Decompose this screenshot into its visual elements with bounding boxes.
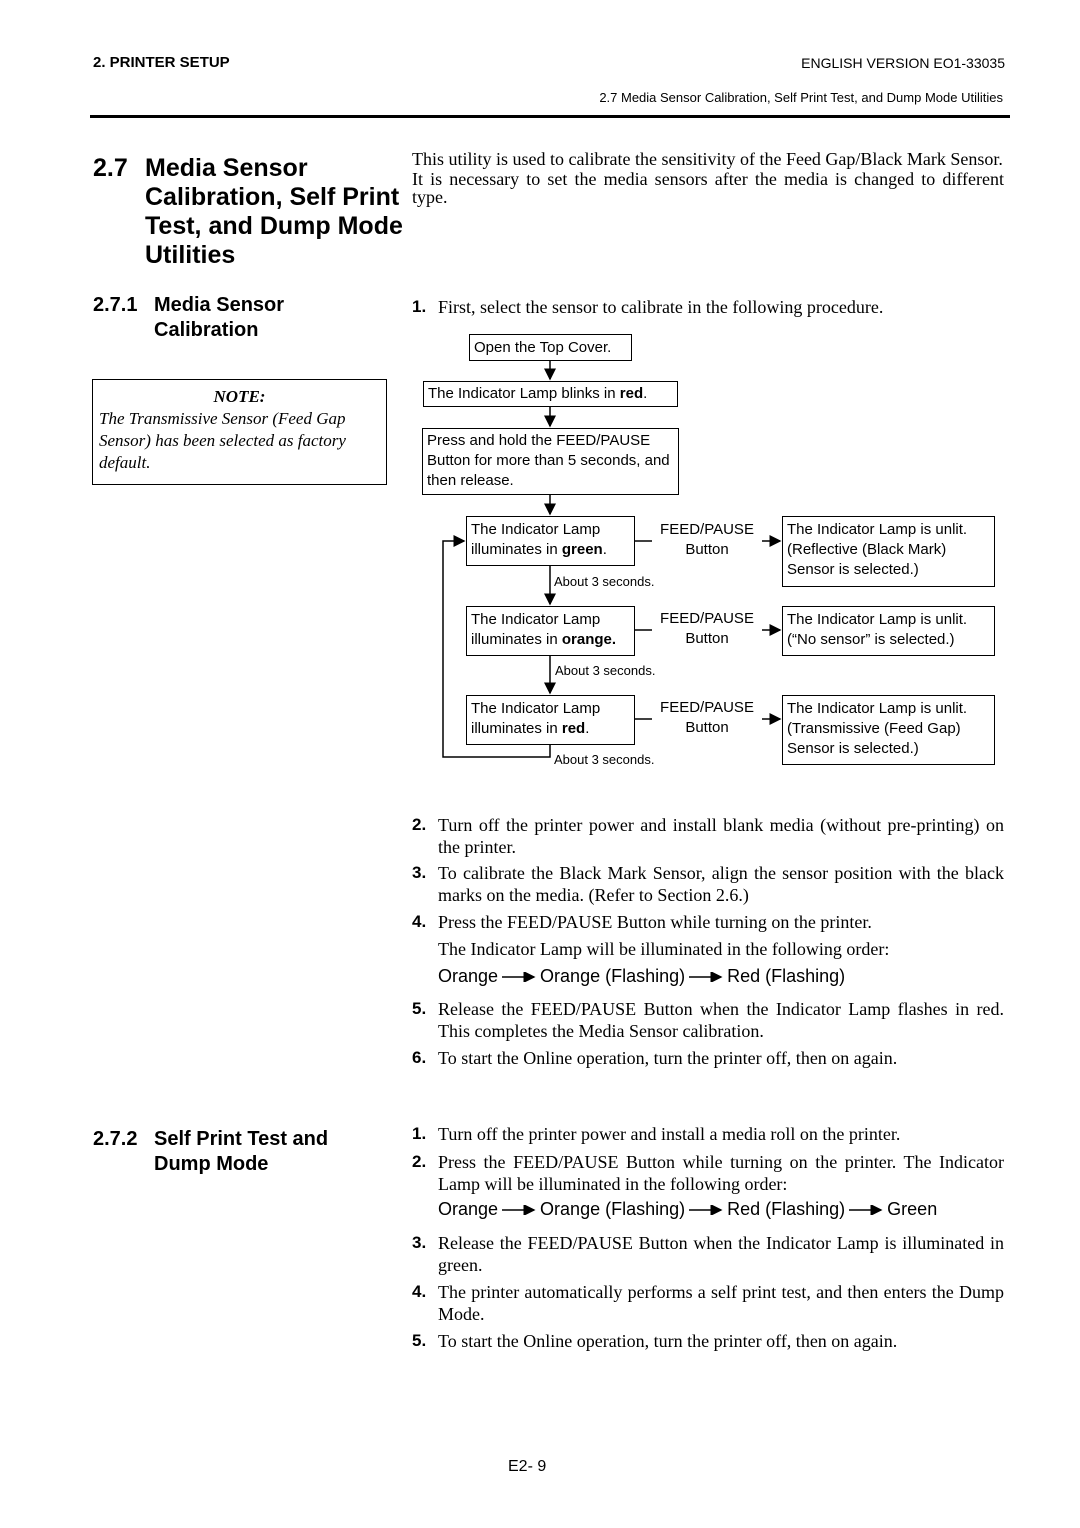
sequence-item: Orange [438,1199,499,1219]
flow-open-cover: Open the Top Cover. [469,334,632,361]
sub2-number: 2.7.2 [93,1128,138,1150]
flow-lamp-orange: The Indicator Lamp illuminates in orange… [466,606,635,656]
step: 5. Release the FEED/PAUSE Button when the… [412,998,1004,1042]
step-number: 6. [412,1048,427,1067]
flow-lamp-red: The Indicator Lamp illuminates in red. [466,695,635,745]
sequence-item: Orange (Flashing) [540,966,686,986]
title-line: Dump Mode [154,1153,269,1175]
flow-lamp-green: The Indicator Lamp illuminates in green. [466,516,635,566]
flow-blink-red: The Indicator Lamp blinks in red. [423,381,678,407]
step-text: Release the FEED/PAUSE Button when the I… [438,999,1004,1041]
document-page: 2. PRINTER SETUP ENGLISH VERSION EO1-330… [0,0,1080,1528]
step-number: 5. [412,999,427,1018]
flow-result-no-sensor: The Indicator Lamp is unlit. (“No sensor… [782,606,995,656]
step-text: To start the Online operation, turn the … [438,1331,898,1351]
lamp-sequence: Orange Orange (Flashing) Red (Flashing) Gre… [438,1199,937,1220]
arrow-right-icon [502,972,536,983]
sequence-item: Green [887,1199,938,1219]
step-number: 5. [412,1331,427,1350]
sequence-item: Red (Flashing) [727,1199,846,1219]
text: Button [685,719,729,736]
step-text: Press the FEED/PAUSE Button while turnin… [438,1152,1004,1194]
arrow-right-icon [689,972,723,983]
step-number: 2. [412,1152,427,1171]
step-text: The Indicator Lamp will be illuminated i… [438,939,890,959]
step: 5. To start the Online operation, turn th… [412,1330,1004,1352]
step-text: Press the FEED/PAUSE Button while turnin… [438,912,872,932]
sequence-item: Red (Flashing) [727,966,846,986]
sub2-title: Self Print Test and Dump Mode [154,1127,328,1177]
step: 6. To start the Online operation, turn th… [412,1047,1004,1069]
flow-result-reflective: The Indicator Lamp is unlit. (Reflective… [782,516,995,587]
about-3-seconds: About 3 seconds. [555,663,656,678]
step: 4. Press the FEED/PAUSE Button while turn… [412,911,1004,960]
step: 1. Turn off the printer power and install… [412,1123,1004,1145]
text: FEED/PAUSE [660,610,754,627]
step-text: Release the FEED/PAUSE Button when the I… [438,1233,1004,1275]
step-number: 4. [412,912,427,931]
text: Button [685,630,729,647]
text: . [643,385,648,402]
lamp-sequence: Orange Orange (Flashing) Red (Flashing) [438,966,845,987]
about-3-seconds: About 3 seconds. [554,752,655,767]
step: 4. The printer automatically performs a s… [412,1281,1004,1325]
step-text: To start the Online operation, turn the … [438,1048,898,1068]
arrow-right-icon [689,1205,723,1216]
step-number: 3. [412,1233,427,1252]
feed-pause-label: FEED/PAUSE Button [652,698,762,738]
step: 3. Release the FEED/PAUSE Button when the… [412,1232,1004,1276]
arrow-right-icon [849,1205,883,1216]
step-text: The printer automatically performs a sel… [438,1282,1004,1324]
step-number: 2. [412,815,427,834]
sequence-item: Orange (Flashing) [540,1199,686,1219]
step-number: 1. [412,1124,427,1143]
text: red [561,720,586,737]
step-number: 4. [412,1282,427,1301]
text: Button [685,541,729,558]
step: 3. To calibrate the Black Mark Sensor, al… [412,862,1004,906]
feed-pause-label: FEED/PAUSE Button [652,520,762,560]
feed-pause-label: FEED/PAUSE Button [652,609,762,649]
page-number: E2- 9 [508,1458,547,1475]
about-3-seconds: About 3 seconds. [554,574,655,589]
step-number: 3. [412,863,427,882]
text: FEED/PAUSE [660,521,754,538]
text: orange. [561,631,617,648]
arrow-right-icon [502,1205,536,1216]
flow-result-transmissive: The Indicator Lamp is unlit. (Transmissi… [782,695,995,765]
text: The Indicator Lamp blinks in [428,385,620,402]
text: FEED/PAUSE [660,699,754,716]
flow-press-hold: Press and hold the FEED/PAUSE Button for… [422,428,679,495]
title-line: Self Print Test and [154,1128,329,1150]
step-text: Turn off the printer power and install b… [438,815,1004,857]
text: red [619,385,644,402]
step: 2. Press the FEED/PAUSE Button while turn… [412,1151,1004,1195]
step-text: Turn off the printer power and install a… [438,1124,901,1144]
text: green [561,541,603,558]
sequence-item: Orange [438,966,499,986]
step: 2. Turn off the printer power and install… [412,814,1004,858]
step-text: To calibrate the Black Mark Sensor, alig… [438,863,1004,905]
